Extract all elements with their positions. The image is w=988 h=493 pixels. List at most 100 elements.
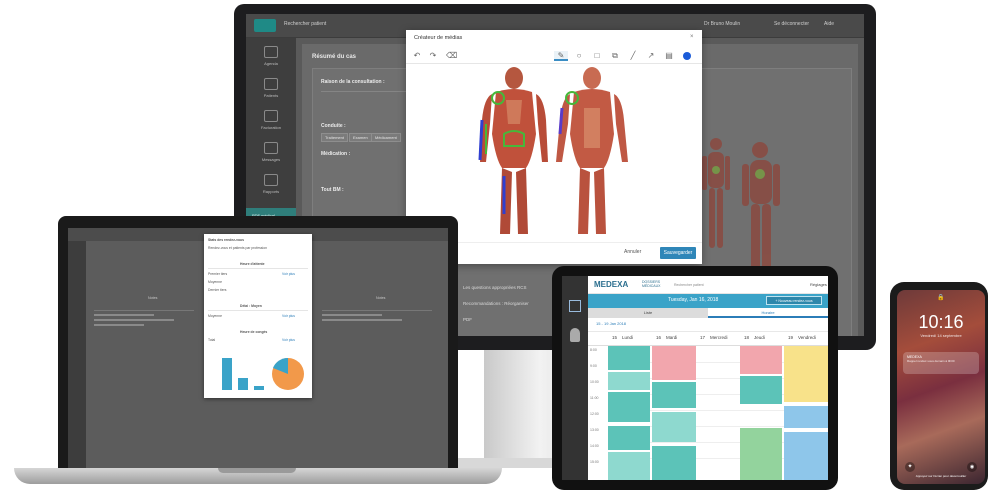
sidebar-item-agenda[interactable]: Agenda xyxy=(252,44,290,70)
box-arrow-icon[interactable]: ⧉ xyxy=(610,51,620,61)
patient-icon[interactable] xyxy=(570,328,580,342)
sidebar-item-label: Messages xyxy=(261,157,281,162)
arrow-tool-icon[interactable]: ↗ xyxy=(646,51,656,61)
popup-row: Moyenne xyxy=(208,280,222,284)
close-icon[interactable]: × xyxy=(690,34,694,40)
see-more-link[interactable]: Voir plus xyxy=(282,338,295,342)
patient-search[interactable]: Rechercher patient xyxy=(284,21,326,27)
settings-link[interactable]: Réglages xyxy=(810,282,827,287)
appointment-block[interactable] xyxy=(608,426,650,450)
square-tool-icon[interactable]: □ xyxy=(592,51,602,61)
divider xyxy=(208,310,308,311)
notification-card[interactable]: MEDEXA Rappel rendez-vous demain à 9h00 xyxy=(903,352,979,374)
lock-screen-time: 10:16 xyxy=(918,312,964,332)
popup-row: Moyenne xyxy=(208,314,222,318)
day-name: Mardi xyxy=(666,335,678,340)
appointment-block[interactable] xyxy=(740,428,782,480)
day-number: 17 xyxy=(700,335,706,340)
chip-medication[interactable]: Médicament xyxy=(371,133,401,142)
logout-link[interactable]: Se déconnecter xyxy=(774,21,809,27)
brand-tagline-line: MÉDICAUX xyxy=(642,284,661,288)
cancel-button[interactable]: Annuler xyxy=(624,249,641,255)
back-view-figure xyxy=(478,67,548,234)
sidebar-item-patients[interactable]: Patients xyxy=(252,76,290,102)
day-number: 18 xyxy=(744,335,750,340)
see-more-link[interactable]: Voir plus xyxy=(282,314,295,318)
section-leave: Heure de congés xyxy=(240,330,268,334)
calendar-toolbar: 15 - 19 Jan 2018 xyxy=(588,318,828,332)
sidebar-item-messages[interactable]: Messages xyxy=(252,140,290,166)
appointment-block[interactable] xyxy=(652,446,696,480)
sidebar-item-label: Agenda xyxy=(264,61,278,66)
modal-title: Créateur de médias xyxy=(414,35,463,41)
tcd-label: Tout BM : xyxy=(321,187,344,193)
popup-title: Stats des rendez-vous xyxy=(208,238,244,242)
brand-logo: MEDEXA xyxy=(594,280,629,289)
app-logo[interactable] xyxy=(254,19,276,32)
laptop-notes-right xyxy=(322,304,432,374)
patient-search[interactable]: Rechercher patient xyxy=(674,283,704,287)
lock-screen-date: Vendredi 14 septembre xyxy=(920,333,962,338)
time-label: 14:00 xyxy=(590,444,599,448)
note-line-1: Les questions appropriées RCS xyxy=(463,285,527,290)
appointment-block[interactable] xyxy=(784,432,828,480)
appointment-block[interactable] xyxy=(652,412,696,442)
appointment-block[interactable] xyxy=(740,346,782,374)
note-line-3: PDF xyxy=(463,317,472,322)
help-link[interactable]: Aide xyxy=(824,21,834,27)
appointment-block[interactable] xyxy=(608,346,650,370)
time-label: 13:00 xyxy=(590,428,599,432)
tablet-header: MEDEXA DOSSIERS MÉDICAUX Rechercher pati… xyxy=(588,276,828,294)
section-wait-time: Heure d'attente xyxy=(240,262,265,266)
appointment-block[interactable] xyxy=(652,382,696,408)
section-delay: Délai : Moyen xyxy=(240,304,262,308)
time-label: 10:00 xyxy=(590,380,599,384)
sidebar-item-reports[interactable]: Rapports xyxy=(252,172,290,198)
chip-exam[interactable]: Examen xyxy=(349,133,372,142)
time-label: 11:00 xyxy=(590,396,599,400)
appointment-block[interactable] xyxy=(608,372,650,390)
eraser-icon[interactable]: ⌫ xyxy=(446,51,457,61)
sidebar-item-billing[interactable]: Facturation xyxy=(252,108,290,134)
current-date: Tuesday, Jan 16, 2018 xyxy=(668,297,719,303)
appointment-block[interactable] xyxy=(608,392,650,422)
chart-icon xyxy=(264,174,278,186)
appointment-block[interactable] xyxy=(652,346,696,380)
date-range[interactable]: 15 - 19 Jan 2018 xyxy=(596,321,626,326)
day-columns-header: 15 Lundi 16 Mardi 17 Mercredi 18 Jeudi 1… xyxy=(588,332,828,346)
popup-subtitle: Rendez-vous et patients par profession xyxy=(208,246,267,250)
sidebar-item-label: Rapports xyxy=(262,189,280,194)
time-label: 12:00 xyxy=(590,412,599,416)
user-menu[interactable]: Dr Bruno Moulin xyxy=(704,21,740,27)
appointment-block[interactable] xyxy=(608,452,650,480)
chip-treatment[interactable]: Traitement xyxy=(321,133,348,142)
save-button[interactable]: Sauvegarder xyxy=(660,247,696,259)
calendar-icon xyxy=(264,46,278,58)
new-appointment-button[interactable]: + Nouveau rendez-vous xyxy=(766,296,822,305)
undo-icon[interactable]: ↶ xyxy=(412,51,422,61)
tab-schedule[interactable]: Horaire xyxy=(708,308,828,318)
date-bar: Tuesday, Jan 16, 2018 + Nouveau rendez-v… xyxy=(588,294,828,308)
redo-icon[interactable]: ↷ xyxy=(428,51,438,61)
sidebar-item-label: Facturation xyxy=(260,125,281,130)
laptop-notch xyxy=(218,468,296,473)
notification-text: Rappel rendez-vous demain à 9h00 xyxy=(907,359,955,363)
line-tool-icon[interactable]: ╱ xyxy=(628,51,638,61)
day-name: Mercredi xyxy=(710,335,728,340)
appointment-block[interactable] xyxy=(740,376,782,404)
flashlight-icon[interactable]: ✦ xyxy=(905,462,915,472)
appointment-block[interactable] xyxy=(784,346,828,402)
pen-icon[interactable]: ✎ xyxy=(554,51,568,61)
color-picker-icon[interactable] xyxy=(682,51,692,61)
tablet-screen: MEDEXA DOSSIERS MÉDICAUX Rechercher pati… xyxy=(562,276,828,480)
tab-list[interactable]: Liste xyxy=(588,308,708,318)
divider xyxy=(208,268,308,269)
bar-3 xyxy=(254,386,264,390)
appointment-block[interactable] xyxy=(784,406,828,428)
text-box-icon[interactable]: ▤ xyxy=(664,51,674,61)
camera-icon[interactable]: ◉ xyxy=(967,462,977,472)
see-more-link[interactable]: Voir plus xyxy=(282,272,295,276)
calendar-icon[interactable] xyxy=(569,300,581,312)
circle-tool-icon[interactable]: ○ xyxy=(574,51,584,61)
laptop-app-sidebar xyxy=(68,241,86,468)
